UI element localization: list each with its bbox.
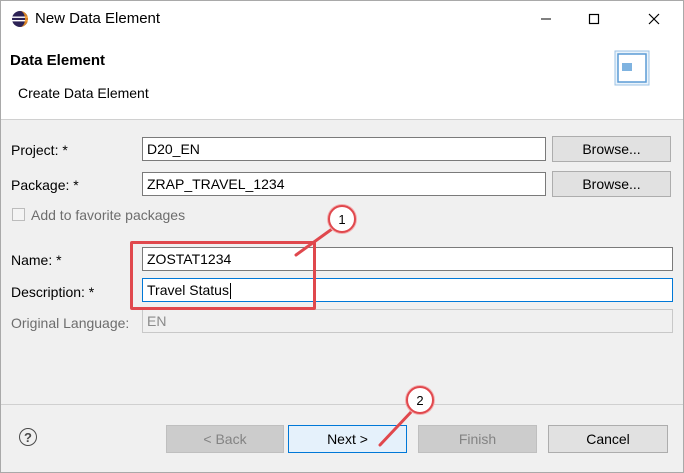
window-title: New Data Element (35, 10, 161, 27)
name-description-highlight (130, 241, 316, 310)
maximize-icon (588, 12, 600, 28)
callout-2-pointer (378, 409, 414, 447)
data-element-wizard-icon (614, 50, 650, 86)
minimize-icon (540, 12, 552, 28)
project-label: Project: * (11, 142, 68, 158)
close-window-button[interactable] (631, 1, 677, 39)
name-label: Name: * (11, 252, 62, 268)
close-icon (648, 12, 660, 28)
browse-package-button[interactable]: Browse... (552, 171, 671, 197)
cancel-button[interactable]: Cancel (548, 425, 668, 453)
callout-2-badge: 2 (406, 386, 434, 414)
maximize-button[interactable] (571, 1, 617, 39)
finish-button[interactable]: Finish (418, 425, 537, 453)
help-symbol: ? (24, 429, 32, 445)
back-button[interactable]: < Back (166, 425, 284, 453)
minimize-button[interactable] (523, 1, 569, 39)
callout-1-badge: 1 (328, 205, 356, 233)
project-field[interactable]: D20_EN (142, 137, 546, 161)
wizard-subtitle: Create Data Element (18, 85, 149, 101)
eclipse-icon (11, 10, 29, 28)
description-label: Description: * (11, 284, 95, 300)
package-label: Package: * (11, 177, 79, 193)
browse-project-button[interactable]: Browse... (552, 136, 671, 162)
original-language-label: Original Language: (11, 315, 130, 331)
footer-separator (1, 404, 683, 405)
original-language-field: EN (142, 309, 673, 333)
wizard-title: Data Element (10, 52, 106, 69)
favorite-packages-checkbox[interactable] (12, 208, 25, 221)
package-field[interactable]: ZRAP_TRAVEL_1234 (142, 172, 546, 196)
help-button[interactable]: ? (19, 428, 39, 448)
help-icon: ? (19, 428, 37, 446)
favorite-packages-label: Add to favorite packages (31, 207, 186, 223)
callout-1-pointer (294, 227, 334, 257)
